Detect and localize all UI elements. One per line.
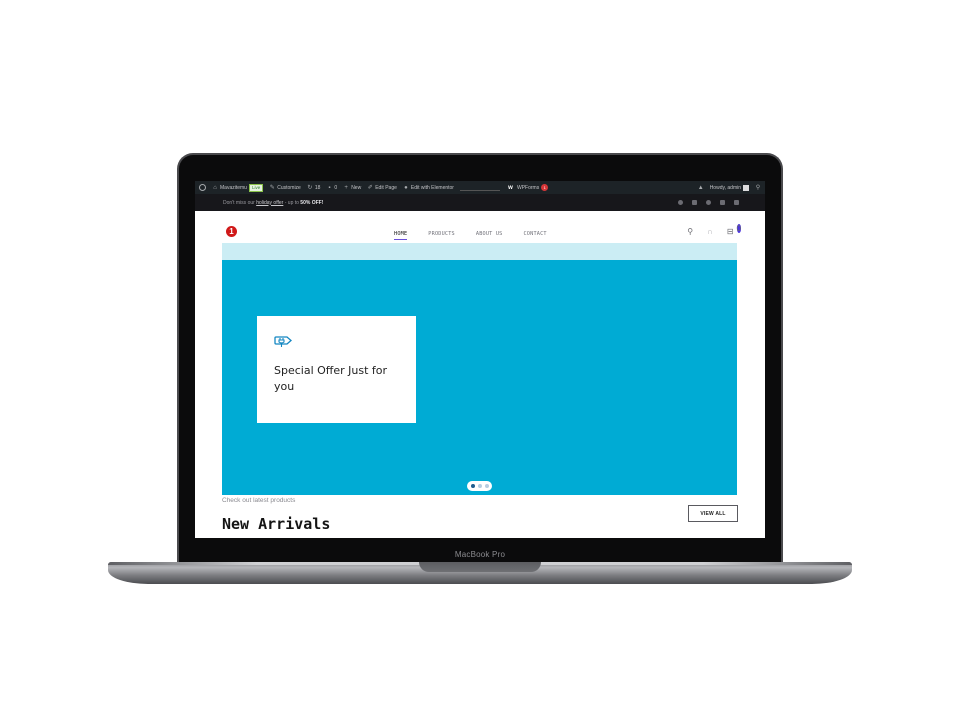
section-subtitle: Check out latest products (222, 497, 296, 504)
live-badge: Live (248, 183, 264, 192)
account-menu[interactable]: Howdy, admin (709, 184, 749, 191)
header-actions: ⚲ ∩ ⊟ 0 (687, 224, 741, 236)
wpforms-link[interactable]: w WPForms 1 (506, 184, 549, 191)
nav-contact[interactable]: CONTACT (523, 231, 546, 237)
facebook-icon[interactable] (678, 200, 683, 205)
howdy-label: Howdy, admin (709, 184, 741, 191)
site-name-label: Mavazitemu (220, 184, 247, 191)
edit-elementor-link[interactable]: ● Edit with Elementor (403, 185, 454, 191)
brush-icon: ✎ (269, 184, 275, 191)
wordpress-logo-button[interactable] (199, 184, 206, 191)
nav-about-us[interactable]: ABOUT US (476, 231, 503, 237)
main-nav: HOME PRODUCTS ABOUT US CONTACT (394, 231, 547, 240)
bell-icon: ▲ (697, 184, 704, 191)
pencil-icon: ✐ (367, 184, 373, 191)
wpforms-label: WPForms (516, 184, 540, 191)
nav-home[interactable]: HOME (394, 231, 408, 240)
device-label: MacBook Pro (454, 550, 506, 559)
comments-count: 0 (334, 184, 338, 191)
cart-icon[interactable]: ⊟ 0 (727, 224, 741, 236)
holiday-offer-link[interactable]: holiday offer (256, 200, 283, 206)
customize-label: Customize (277, 184, 301, 191)
updates-icon: ↻ (307, 184, 313, 191)
wpforms-badge: 1 (541, 184, 549, 191)
plug-tag-icon (274, 336, 292, 347)
edit-page-link[interactable]: ✐ Edit Page (367, 185, 397, 191)
comment-icon: ▪ (328, 184, 331, 191)
laptop-notch (419, 562, 541, 572)
site-header: 1 HOME PRODUCTS ABOUT US CONTACT ⚲ ∩ ⊟ 0 (223, 211, 741, 243)
hero-top-strip (222, 243, 737, 260)
notice-prefix: Don't miss our (223, 199, 257, 206)
notice-middle: - up to (283, 199, 301, 206)
updates-count: 18 (314, 184, 321, 191)
updates-link[interactable]: ↻ 18 (307, 184, 321, 191)
site-logo[interactable]: 1 (226, 225, 237, 237)
email-icon[interactable] (734, 200, 739, 205)
slide-dot-3[interactable] (484, 484, 489, 488)
cart-count-badge: 0 (736, 224, 741, 233)
slide-dot-1[interactable] (470, 484, 475, 488)
wp-admin-bar: ⌂ Mavazitemu Live ✎ Customize ↻ 18 ▪ 0 +… (195, 181, 765, 194)
wpforms-icon: w (508, 184, 513, 191)
account-icon[interactable]: ∩ (707, 228, 713, 236)
comments-link[interactable]: ▪ 0 (326, 185, 337, 191)
offer-title: Special Offer Just for you (274, 364, 388, 393)
elementor-icon: ● (404, 184, 408, 191)
new-content-link[interactable]: + New (343, 185, 361, 191)
site-name-link[interactable]: ⌂ Mavazitemu Live (212, 183, 264, 192)
slider-pagination (467, 481, 492, 491)
special-offer-card: Special Offer Just for you (257, 316, 416, 423)
notice-highlight: 50% OFF! (300, 199, 324, 206)
section-title: New Arrivals (222, 515, 331, 533)
nav-products[interactable]: PRODUCTS (428, 231, 455, 237)
twitter-icon[interactable] (692, 200, 697, 205)
search-icon[interactable]: ⚲ (687, 228, 693, 236)
plus-icon: + (344, 184, 348, 191)
avatar (743, 184, 749, 191)
notice-text: Don't miss our holiday offer - up to 50%… (223, 200, 323, 206)
dashboard-icon: ⌂ (213, 184, 217, 191)
customize-link[interactable]: ✎ Customize (269, 185, 301, 191)
new-label: New (351, 184, 362, 191)
browser-screen: ⌂ Mavazitemu Live ✎ Customize ↻ 18 ▪ 0 +… (195, 181, 765, 538)
edit-elementor-label: Edit with Elementor (410, 184, 454, 191)
admin-search-button[interactable]: ⚲ (755, 185, 761, 191)
hero-slider: Special Offer Just for you (222, 260, 737, 495)
view-all-button[interactable]: VIEW ALL (688, 505, 738, 522)
admin-bar-divider (459, 189, 500, 191)
notifications-button[interactable]: ▲ (698, 185, 704, 191)
search-icon: ⚲ (755, 184, 761, 191)
promo-notice-bar: Don't miss our holiday offer - up to 50%… (195, 194, 765, 211)
youtube-icon[interactable] (720, 200, 725, 205)
edit-page-label: Edit Page (375, 184, 397, 191)
wordpress-icon (199, 184, 206, 191)
slide-dot-2[interactable] (477, 484, 482, 488)
instagram-icon[interactable] (706, 200, 711, 205)
social-links (678, 200, 739, 205)
